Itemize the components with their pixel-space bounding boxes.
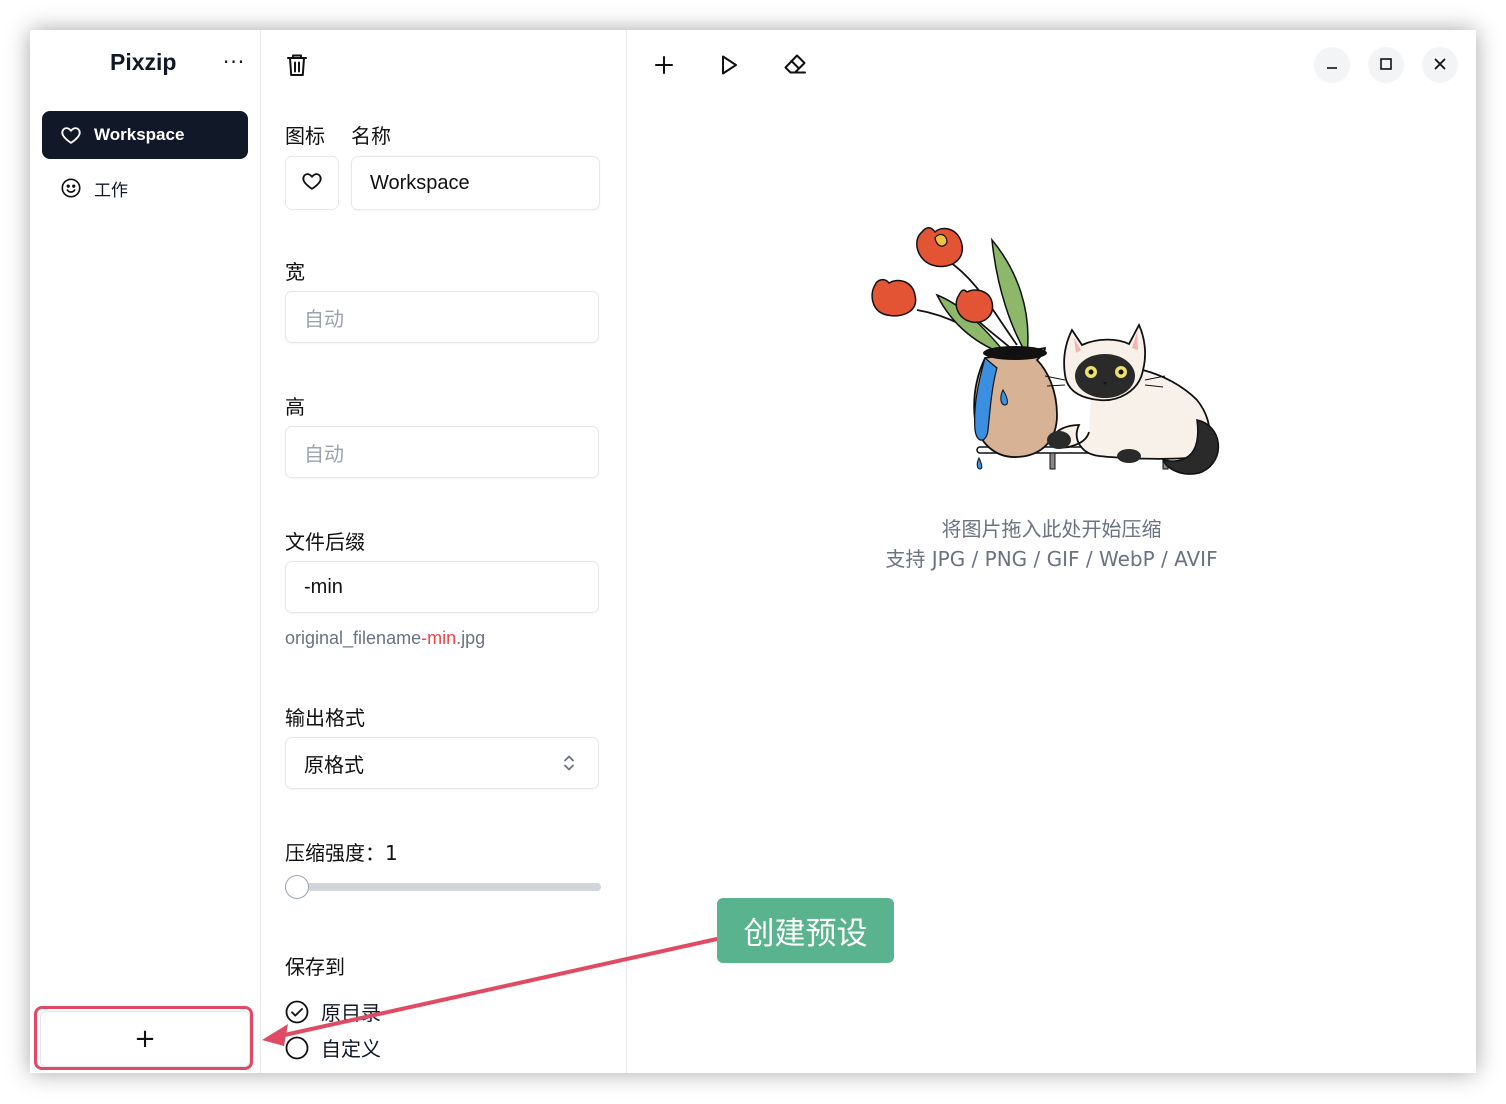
save-option-label: 自定义	[321, 1037, 381, 1061]
save-to-label: 保存到	[285, 955, 345, 979]
drop-hint-line1: 将图片拖入此处开始压缩	[941, 517, 1162, 541]
save-option-label: 原目录	[321, 1001, 381, 1025]
maximize-button[interactable]	[1368, 47, 1404, 83]
preset-settings-panel: 图标 名称 Workspace 宽 自动 高 自动 文件后缀 -min orig…	[261, 30, 627, 1073]
icon-picker[interactable]	[285, 156, 339, 210]
drop-hint-line2: 支持 JPG / PNG / GIF / WebP / AVIF	[885, 547, 1218, 571]
sidebar-item-label: Workspace	[94, 125, 185, 144]
save-option-original[interactable]: 原目录	[285, 997, 381, 1026]
strength-slider-thumb[interactable]	[285, 875, 309, 899]
radio-checked-icon[interactable]	[285, 1000, 309, 1024]
radio-unchecked-icon[interactable]	[285, 1036, 309, 1060]
minimize-icon	[1325, 56, 1339, 75]
maximize-icon	[1379, 56, 1393, 75]
sidebar: Pixzip ··· Workspace 工作 +	[30, 30, 261, 1073]
suffix-label: 文件后缀	[285, 530, 365, 554]
format-select[interactable]: 原格式	[285, 737, 599, 789]
smiley-icon	[60, 177, 82, 199]
icon-label: 图标	[285, 124, 325, 148]
height-input[interactable]: 自动	[285, 426, 599, 478]
annotation-label: 创建预设	[717, 898, 894, 963]
strength-slider-track[interactable]	[285, 883, 601, 891]
sidebar-item-label: 工作	[94, 180, 128, 200]
height-label: 高	[285, 395, 305, 419]
name-label: 名称	[351, 124, 391, 148]
close-icon	[1433, 56, 1447, 75]
close-button[interactable]	[1422, 47, 1458, 83]
play-icon[interactable]	[716, 52, 742, 78]
suffix-input[interactable]: -min	[285, 561, 599, 613]
chevron-updown-icon	[562, 753, 576, 779]
more-menu-button[interactable]: ···	[223, 52, 245, 72]
name-input[interactable]: Workspace	[351, 156, 600, 210]
empty-state-illustration	[871, 227, 1219, 475]
format-label: 输出格式	[285, 706, 365, 730]
eraser-icon[interactable]	[782, 52, 808, 78]
suffix-preview: original_filename-min.jpg	[285, 628, 486, 648]
width-input[interactable]: 自动	[285, 291, 599, 343]
format-select-value: 原格式	[304, 754, 364, 777]
minimize-button[interactable]	[1314, 47, 1350, 83]
save-option-custom[interactable]: 自定义	[285, 1033, 381, 1062]
sidebar-item-work[interactable]: 工作	[42, 164, 248, 212]
annotation-highlight-box	[34, 1006, 253, 1070]
heart-icon	[60, 124, 82, 146]
trash-icon[interactable]	[285, 52, 309, 78]
width-label: 宽	[285, 260, 305, 284]
app-title: Pixzip	[110, 49, 177, 75]
sidebar-item-workspace[interactable]: Workspace	[42, 111, 248, 159]
heart-icon	[301, 170, 323, 196]
plus-icon[interactable]	[651, 52, 677, 78]
strength-label: 压缩强度：1	[285, 841, 398, 865]
